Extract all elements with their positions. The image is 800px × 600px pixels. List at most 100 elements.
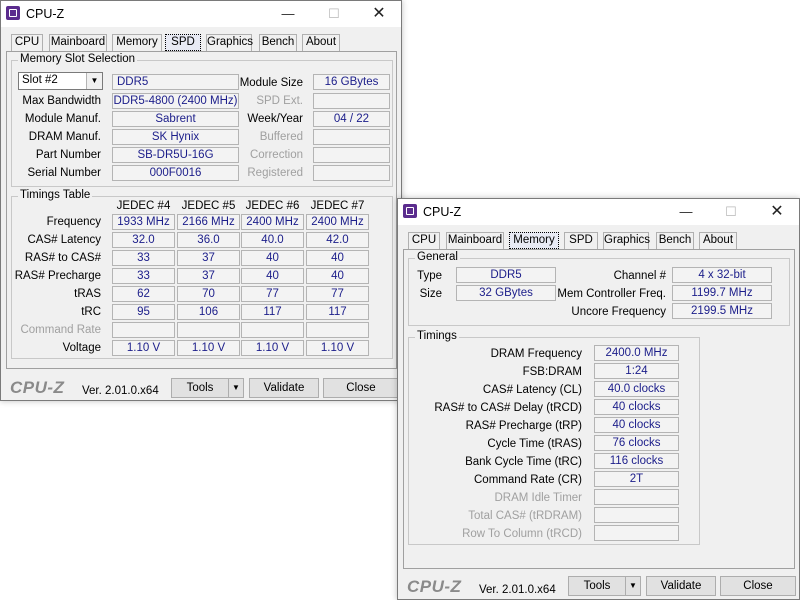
part-number-label: Part Number [35,149,101,161]
dram-manuf-field: SK Hynix [112,129,239,145]
mem-controller-freq-label: Mem Controller Freq. [557,288,666,300]
max-bandwidth-label: Max Bandwidth [22,95,101,107]
size-label: Size [419,288,442,300]
trc-label: Bank Cycle Time (tRC) [465,456,582,468]
timing-cell [306,322,369,338]
channel-label: Channel # [613,270,666,282]
timing-cell: 1.10 V [177,340,240,356]
module-size-field: 16 GBytes [313,74,390,90]
chevron-down-icon[interactable]: ▼ [625,576,641,596]
part-number-field: SB-DR5U-16G [112,147,239,163]
tab-mainboard[interactable]: Mainboard [446,232,504,249]
timing-cell: 77 [306,286,369,302]
tab-memory[interactable]: Memory [112,34,162,51]
tab-bench[interactable]: Bench [259,34,297,51]
module-manuf-label: Module Manuf. [24,113,101,125]
timing-row-label: tRC [81,306,101,318]
timing-cell: 117 [306,304,369,320]
timing-row-label: Frequency [46,216,101,228]
tools-button[interactable]: Tools [568,576,626,596]
timing-row-label: tRAS [74,288,101,300]
timing-cell [177,322,240,338]
tab-about[interactable]: About [699,232,737,249]
group-label: Timings Table [18,189,93,201]
timing-cell: 70 [177,286,240,302]
trp-field: 40 clocks [594,417,679,433]
module-size-label: Module Size [239,77,303,89]
total-cas-field [594,507,679,523]
dram-manuf-label: DRAM Manuf. [28,131,101,143]
dram-idle-timer-field [594,489,679,505]
minimize-icon[interactable]: — [265,1,311,27]
registered-label: Registered [247,167,303,179]
chevron-down-icon[interactable]: ▼ [86,73,102,89]
validate-button[interactable]: Validate [646,576,716,596]
timing-cell [112,322,175,338]
tab-spd[interactable]: SPD [165,34,201,51]
spd-ext-label: SPD Ext. [256,95,303,107]
timing-row-label: Voltage [62,342,101,354]
type-label: Type [417,270,442,282]
trcd-label: RAS# to CAS# Delay (tRCD) [434,402,582,414]
week-year-label: Week/Year [247,113,303,125]
tab-graphics[interactable]: Graphics [206,34,253,51]
timing-cell: 117 [241,304,304,320]
close-icon[interactable]: ✕ [356,1,402,27]
close-icon[interactable]: ✕ [754,199,800,225]
uncore-frequency-field: 2199.5 MHz [672,303,772,319]
trc-field: 116 clocks [594,453,679,469]
maximize-icon[interactable]: ☐ [311,1,357,27]
tab-spd[interactable]: SPD [564,232,598,249]
row-to-column-field [594,525,679,541]
serial-number-field: 000F0016 [112,165,239,181]
command-rate-label: Command Rate (CR) [474,474,582,486]
minimize-icon[interactable]: — [663,199,709,225]
uncore-frequency-label: Uncore Frequency [571,306,666,318]
timing-cell: 1.10 V [112,340,175,356]
timing-row-label: RAS# Precharge [14,270,101,282]
timing-row-label: Command Rate [20,324,101,336]
type-field: DDR5 [456,267,556,283]
cas-latency-field: 40.0 clocks [594,381,679,397]
cpuz-logo: CPU-Z [10,378,65,397]
tab-bench[interactable]: Bench [656,232,694,249]
memory-type-field: DDR5 [112,74,239,90]
timing-cell: 1933 MHz [112,214,175,230]
correction-label: Correction [249,149,303,161]
tab-cpu[interactable]: CPU [408,232,440,249]
close-button[interactable]: Close [323,378,399,398]
timing-cell: 1.10 V [306,340,369,356]
trp-label: RAS# Precharge (tRP) [465,420,582,432]
trcd-field: 40 clocks [594,399,679,415]
tab-cpu[interactable]: CPU [11,34,43,51]
mem-controller-freq-field: 1199.7 MHz [672,285,772,301]
timing-cell: 37 [177,250,240,266]
chevron-down-icon[interactable]: ▼ [228,378,244,398]
title-bar[interactable]: CPU-Z — ☐ ✕ [398,199,799,225]
timing-cell: 2166 MHz [177,214,240,230]
validate-button[interactable]: Validate [249,378,319,398]
version-label: Ver. 2.01.0.x64 [82,385,159,397]
module-manuf-field: Sabrent [112,111,239,127]
group-label: General [415,251,460,263]
column-header: JEDEC #6 [245,200,300,212]
tab-graphics[interactable]: Graphics [603,232,650,249]
tab-about[interactable]: About [302,34,340,51]
cpuz-app-icon [403,204,417,218]
close-button[interactable]: Close [720,576,796,596]
tools-button[interactable]: Tools [171,378,229,398]
title-bar[interactable]: CPU-Z — ☐ ✕ [1,1,401,27]
timing-cell: 40.0 [241,232,304,248]
cpuz-app-icon [6,6,20,20]
maximize-icon[interactable]: ☐ [708,199,754,225]
tab-memory[interactable]: Memory [509,232,559,249]
dram-frequency-field: 2400.0 MHz [594,345,679,361]
row-to-column-label: Row To Column (tRCD) [462,528,582,540]
timing-cell: 106 [177,304,240,320]
version-label: Ver. 2.01.0.x64 [479,584,556,596]
slot-select[interactable]: Slot #2 ▼ [18,72,103,90]
timing-cell: 40 [306,250,369,266]
tab-mainboard[interactable]: Mainboard [49,34,107,51]
column-header: JEDEC #5 [181,200,236,212]
window-title: CPU-Z [26,7,65,21]
